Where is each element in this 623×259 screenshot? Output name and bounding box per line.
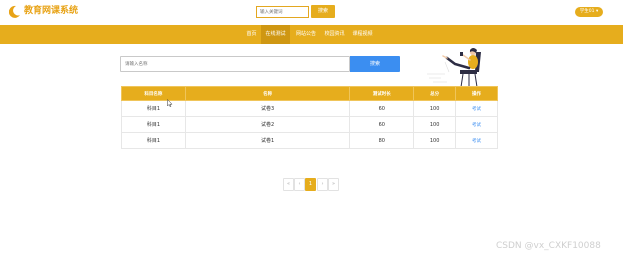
cell-score: 100 <box>413 132 457 149</box>
cell-subject: 科目1 <box>121 132 186 149</box>
next-page-button[interactable]: › <box>317 178 328 191</box>
main-nav: 首页 在线测试 网站公告 校园资讯 课程视频 <box>0 25 623 44</box>
first-page-button[interactable]: « <box>283 178 294 191</box>
nav-item-home[interactable]: 首页 <box>243 25 260 44</box>
prev-page-button[interactable]: ‹ <box>294 178 305 191</box>
person-chair-illustration <box>427 48 481 87</box>
cell-score: 100 <box>413 116 457 133</box>
table-row: 科目1 试卷1 80 100 考试 <box>121 132 498 149</box>
cell-name: 试卷1 <box>184 132 351 149</box>
table-row: 科目1 试卷3 60 100 考试 <box>121 100 498 117</box>
take-exam-link[interactable]: 考试 <box>455 116 498 133</box>
table-row: 科目1 试卷2 60 100 考试 <box>121 116 498 133</box>
table-header-row: 科目名称 名称 测试时长 总分 操作 <box>121 86 498 101</box>
cell-score: 100 <box>413 100 457 117</box>
take-exam-link[interactable]: 考试 <box>455 132 498 149</box>
cell-subject: 科目1 <box>121 116 186 133</box>
nav-item-online-test[interactable]: 在线测试 <box>261 25 290 44</box>
column-header-action: 操作 <box>455 86 498 101</box>
column-header-name[interactable]: 名称 <box>184 86 351 101</box>
cell-duration: 60 <box>349 116 415 133</box>
last-page-button[interactable]: » <box>328 178 339 191</box>
exam-table: 科目名称 名称 测试时长 总分 操作 科目1 试卷3 60 100 考试 科目1… <box>121 86 498 149</box>
nav-item-campus-news[interactable]: 校园资讯 <box>321 25 348 44</box>
column-header-score[interactable]: 总分 <box>413 86 457 101</box>
cell-duration: 80 <box>349 132 415 149</box>
cell-name: 试卷2 <box>184 116 351 133</box>
top-header: 教育网课系统 搜索 学生01 ▾ <box>0 0 623 25</box>
exam-search-input[interactable] <box>120 56 350 72</box>
watermark: CSDN @vx_CXKF10088 <box>496 241 601 251</box>
nav-item-course-videos[interactable]: 课程视频 <box>349 25 376 44</box>
header-search-button[interactable]: 搜索 <box>311 5 335 18</box>
user-menu-button[interactable]: 学生01 ▾ <box>575 7 603 17</box>
cell-name: 试卷3 <box>184 100 351 117</box>
moon-icon <box>9 5 20 18</box>
header-search-input[interactable] <box>256 6 309 18</box>
cell-duration: 60 <box>349 100 415 117</box>
page: 教育网课系统 搜索 学生01 ▾ 首页 在线测试 网站公告 校园资讯 课程视频 … <box>0 0 623 259</box>
cell-subject: 科目1 <box>121 100 186 117</box>
column-header-duration[interactable]: 测试时长 <box>349 86 415 101</box>
take-exam-link[interactable]: 考试 <box>455 100 498 117</box>
column-header-subject[interactable]: 科目名称 <box>121 86 186 101</box>
current-page-button[interactable]: 1 <box>305 178 316 191</box>
mouse-cursor-icon <box>167 99 173 107</box>
nav-item-announcements[interactable]: 网站公告 <box>292 25 320 44</box>
app-title: 教育网课系统 <box>24 6 79 16</box>
exam-search-button[interactable]: 搜索 <box>350 56 400 72</box>
